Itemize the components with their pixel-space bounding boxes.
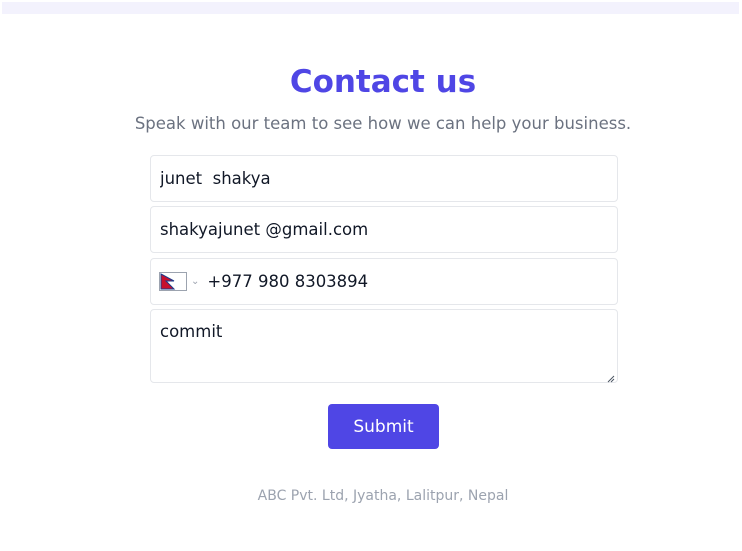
- name-input[interactable]: [150, 155, 618, 202]
- email-input[interactable]: [150, 206, 618, 253]
- page-subtitle: Speak with our team to see how we can he…: [134, 114, 632, 133]
- phone-field: ⌄: [150, 258, 618, 305]
- country-code-select[interactable]: ⌄: [159, 271, 199, 293]
- submit-button[interactable]: Submit: [328, 404, 439, 449]
- phone-input[interactable]: [207, 272, 588, 291]
- nepal-flag-icon: [159, 272, 187, 291]
- resize-handle-icon[interactable]: [607, 375, 615, 383]
- contact-page: Contact us Speak with our team to see ho…: [0, 0, 742, 551]
- message-textarea[interactable]: commit: [150, 309, 618, 383]
- chevron-down-icon: ⌄: [191, 275, 200, 287]
- footer-address: ABC Pvt. Ltd, Jyatha, Lalitpur, Nepal: [257, 488, 509, 504]
- top-strip: [2, 2, 739, 14]
- page-title: Contact us: [289, 64, 477, 100]
